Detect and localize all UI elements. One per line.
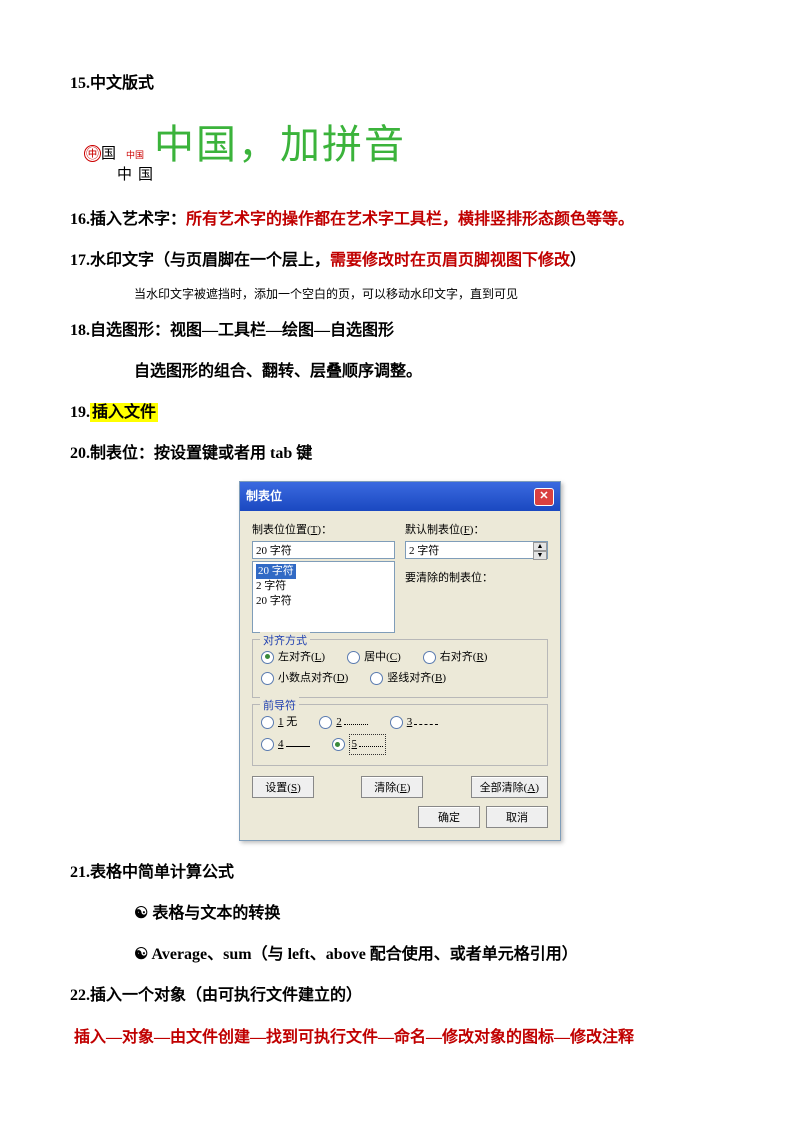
spin-down-icon[interactable]: ▼ xyxy=(533,551,547,560)
label-default-tab: 默认制表位(F)： xyxy=(405,521,548,540)
num: 20. xyxy=(70,445,90,462)
num: 15. xyxy=(70,75,90,92)
ruby-top: 中国 xyxy=(126,151,144,160)
char-zhong: 中 xyxy=(117,168,132,183)
clear-all-button[interactable]: 全部清除(A) xyxy=(471,776,548,798)
label-clear-tabs: 要清除的制表位： xyxy=(405,569,548,588)
num: 18. xyxy=(70,322,90,339)
num: 22. xyxy=(70,987,90,1004)
char-guo2: 国 xyxy=(138,168,153,183)
char-guo: 国 xyxy=(101,147,116,162)
label-tab-position: 制表位位置(T)： xyxy=(252,521,395,540)
alignment-group: 对齐方式 左对齐(L) 居中(C) 右对齐(R) 小数点对齐(D) 竖线对齐(B… xyxy=(252,639,548,698)
list-item[interactable]: 20 字符 xyxy=(256,564,296,579)
radio-leader-5[interactable]: 5 xyxy=(332,734,387,755)
radio-align-right[interactable]: 右对齐(R) xyxy=(423,648,488,667)
radio-align-decimal[interactable]: 小数点对齐(D) xyxy=(261,669,348,688)
num: 19. xyxy=(70,404,90,421)
text: 制表位：按设置键或者用 tab 键 xyxy=(90,445,312,462)
num: 17. xyxy=(70,252,90,269)
ok-button[interactable]: 确定 xyxy=(418,806,480,828)
item-18b: 自选图形的组合、翻转、层叠顺序调整。 xyxy=(70,358,730,385)
item-19: 19.插入文件 xyxy=(70,399,730,426)
alignment-legend: 对齐方式 xyxy=(260,632,310,651)
num: 16. xyxy=(70,211,90,228)
enclosed-char: ㊥ xyxy=(84,145,101,162)
paren: （与页眉脚在一个层上， xyxy=(154,252,330,269)
list-item[interactable]: 2 字符 xyxy=(256,579,391,594)
big-green-text: 中国，加拼音 xyxy=(154,111,406,179)
clear-button[interactable]: 清除(E) xyxy=(361,776,423,798)
bullet-icon: ☯ xyxy=(134,946,148,963)
radio-leader-1[interactable]: 1 无 xyxy=(261,713,297,732)
item-15: 15.中文版式 xyxy=(70,70,730,97)
set-button[interactable]: 设置(S) xyxy=(252,776,314,798)
red-text: 所有艺术字的操作都在艺术字工具栏，横排竖排形态颜色等等。 xyxy=(186,211,634,228)
dialog-body: 制表位位置(T)： 20 字符 2 字符 20 字符 默认制表位(F)： xyxy=(240,511,560,840)
leader-group: 前导符 1 无 2 3 4 5 xyxy=(252,704,548,765)
tab-position-list[interactable]: 20 字符 2 字符 20 字符 xyxy=(252,561,395,633)
text: Average、sum（与 left、above 配合使用、或者单元格引用） xyxy=(151,946,577,963)
leader-legend: 前导符 xyxy=(260,697,299,716)
bullet-icon: ☯ xyxy=(134,905,148,922)
text: 自选图形：视图—工具栏—绘图—自选图形 xyxy=(90,322,394,339)
text: 插入一个对象（由可执行文件建立的） xyxy=(90,987,362,1004)
label: 插入艺术字： xyxy=(90,211,186,228)
text: 中文版式 xyxy=(90,75,154,92)
chinese-layout-demo: ㊥ 国 中国 中 国 中国，加拼音 xyxy=(70,111,730,188)
item-17: 17.水印文字（与页眉脚在一个层上，需要修改时在页眉页脚视图下修改） xyxy=(70,247,730,274)
item-18: 18.自选图形：视图—工具栏—绘图—自选图形 xyxy=(70,317,730,344)
num: 21. xyxy=(70,864,90,881)
radio-align-left[interactable]: 左对齐(L) xyxy=(261,648,325,667)
close-icon[interactable]: ✕ xyxy=(534,488,554,506)
tabstop-dialog: 制表位 ✕ 制表位位置(T)： 20 字符 2 字符 20 字符 xyxy=(239,481,561,841)
radio-leader-2[interactable]: 2 xyxy=(319,713,368,732)
text: 表格中简单计算公式 xyxy=(90,864,234,881)
item-22-red: 插入—对象—由文件创建—找到可执行文件—命名—修改对象的图标—修改注释 xyxy=(70,1024,730,1051)
default-tab-input[interactable] xyxy=(405,541,548,559)
item-20: 20.制表位：按设置键或者用 tab 键 xyxy=(70,440,730,467)
list-item[interactable]: 20 字符 xyxy=(256,594,391,609)
close-paren: ） xyxy=(570,252,586,269)
highlighted-text: 插入文件 xyxy=(90,403,158,422)
radio-leader-3[interactable]: 3 xyxy=(390,713,439,732)
item-22: 22.插入一个对象（由可执行文件建立的） xyxy=(70,982,730,1009)
spin-up-icon[interactable]: ▲ xyxy=(533,542,547,551)
radio-align-center[interactable]: 居中(C) xyxy=(347,648,401,667)
radio-leader-4[interactable]: 4 xyxy=(261,735,310,754)
document-page: 15.中文版式 ㊥ 国 中国 中 国 中国，加拼音 16.插入艺术字：所有艺术字… xyxy=(0,0,800,1145)
item-17-note: 当水印文字被遮挡时，添加一个空白的页，可以移动水印文字，直到可见 xyxy=(70,284,730,304)
item-21a: ☯ 表格与文本的转换 xyxy=(70,900,730,927)
tab-position-input[interactable] xyxy=(252,541,395,559)
cancel-button[interactable]: 取消 xyxy=(486,806,548,828)
item-21: 21.表格中简单计算公式 xyxy=(70,859,730,886)
dialog-container: 制表位 ✕ 制表位位置(T)： 20 字符 2 字符 20 字符 xyxy=(70,481,730,841)
label: 水印文字 xyxy=(90,252,154,269)
dialog-title: 制表位 xyxy=(246,486,282,506)
red-text: 需要修改时在页眉页脚视图下修改 xyxy=(330,252,570,269)
item-16: 16.插入艺术字：所有艺术字的操作都在艺术字工具栏，横排竖排形态颜色等等。 xyxy=(70,206,730,233)
radio-align-bar[interactable]: 竖线对齐(B) xyxy=(370,669,446,688)
text: 表格与文本的转换 xyxy=(152,905,280,922)
dialog-titlebar: 制表位 ✕ xyxy=(240,482,560,510)
item-21b: ☯ Average、sum（与 left、above 配合使用、或者单元格引用） xyxy=(70,941,730,968)
